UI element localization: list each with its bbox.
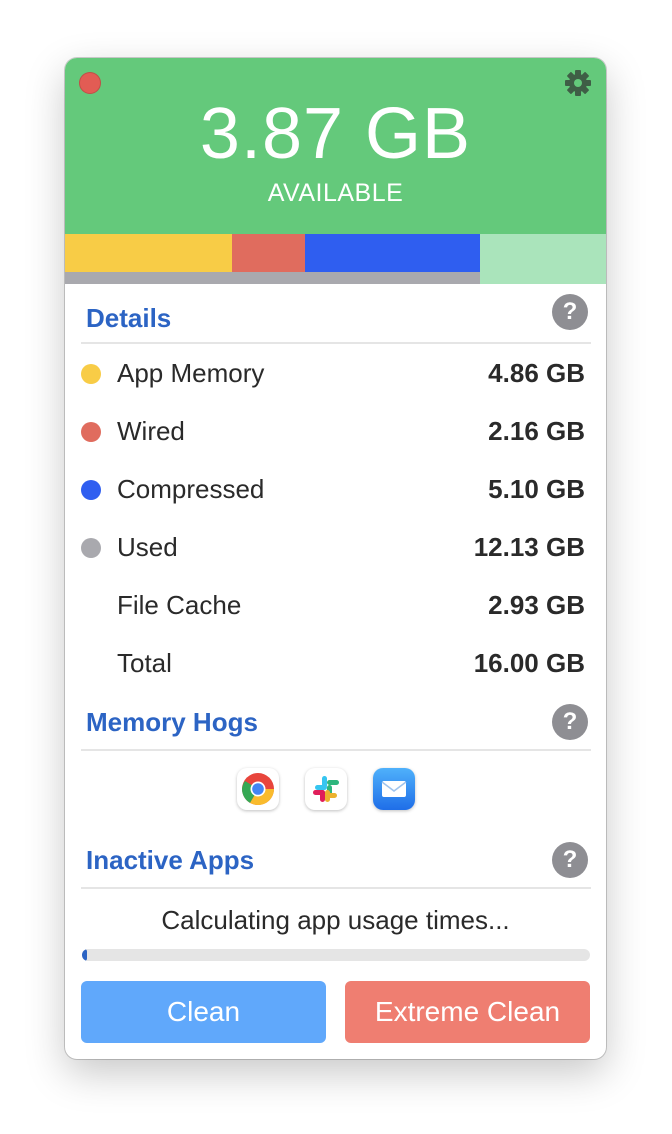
inactive-apps-progress-bar [82, 949, 590, 961]
inactive-apps-help-button[interactable]: ? [552, 842, 588, 878]
detail-label: File Cache [117, 590, 242, 620]
memory-bar-wired [232, 234, 305, 272]
memory-hogs-apps [235, 768, 435, 812]
inactive-apps-status: Calculating app usage times... [161, 905, 510, 935]
detail-row-used: Used 12.13 GB [81, 527, 585, 567]
detail-label: Compressed [117, 474, 265, 504]
details-title: Details [86, 303, 172, 333]
available-header: 3.87 GB AVAILABLE [65, 58, 606, 234]
compressed-dot [81, 480, 101, 500]
memory-hogs-divider [81, 749, 591, 751]
used-dot [81, 538, 101, 558]
detail-value: 2.93 GB [488, 590, 585, 620]
details-divider [81, 342, 591, 344]
memory-bar-app-memory [65, 234, 232, 272]
memory-bar-used [65, 272, 480, 284]
wired-dot [81, 422, 101, 442]
memory-usage-bar [65, 234, 606, 284]
detail-row-total: Total 16.00 GB [81, 643, 585, 683]
chrome-icon[interactable] [237, 768, 279, 810]
detail-label: Used [117, 532, 178, 562]
detail-value: 2.16 GB [488, 416, 585, 446]
mail-icon[interactable] [373, 768, 415, 810]
detail-row-wired: Wired 2.16 GB [81, 411, 585, 451]
available-memory-value: 3.87 GB [199, 94, 472, 174]
detail-row-app-memory: App Memory 4.86 GB [81, 353, 585, 393]
detail-value: 16.00 GB [473, 648, 585, 678]
detail-label: App Memory [117, 358, 265, 388]
inactive-apps-progress-fill [82, 949, 88, 961]
detail-label: Wired [117, 416, 185, 446]
detail-value: 5.10 GB [488, 474, 585, 504]
detail-row-compressed: Compressed 5.10 GB [81, 469, 585, 509]
details-help-button[interactable]: ? [552, 294, 588, 330]
close-button[interactable] [79, 72, 101, 94]
detail-row-file-cache: File Cache 2.93 GB [81, 585, 585, 625]
detail-value: 4.86 GB [488, 358, 585, 388]
inactive-apps-divider [81, 887, 591, 889]
extreme-clean-button[interactable]: Extreme Clean [345, 981, 590, 1043]
app-memory-dot [81, 364, 101, 384]
detail-label: Total [117, 648, 172, 678]
detail-value: 12.13 GB [473, 532, 585, 562]
memory-window: 3.87 GB AVAILABLE Details ? App Memory 4… [65, 58, 606, 1059]
memory-bar-compressed [305, 234, 480, 272]
memory-hogs-help-button[interactable]: ? [552, 704, 588, 740]
memory-hogs-title: Memory Hogs [86, 707, 258, 737]
inactive-apps-title: Inactive Apps [86, 845, 255, 875]
available-label: AVAILABLE [267, 179, 404, 207]
clean-button[interactable]: Clean [81, 981, 326, 1043]
memory-bar-free [480, 234, 606, 284]
slack-icon[interactable] [305, 768, 347, 810]
